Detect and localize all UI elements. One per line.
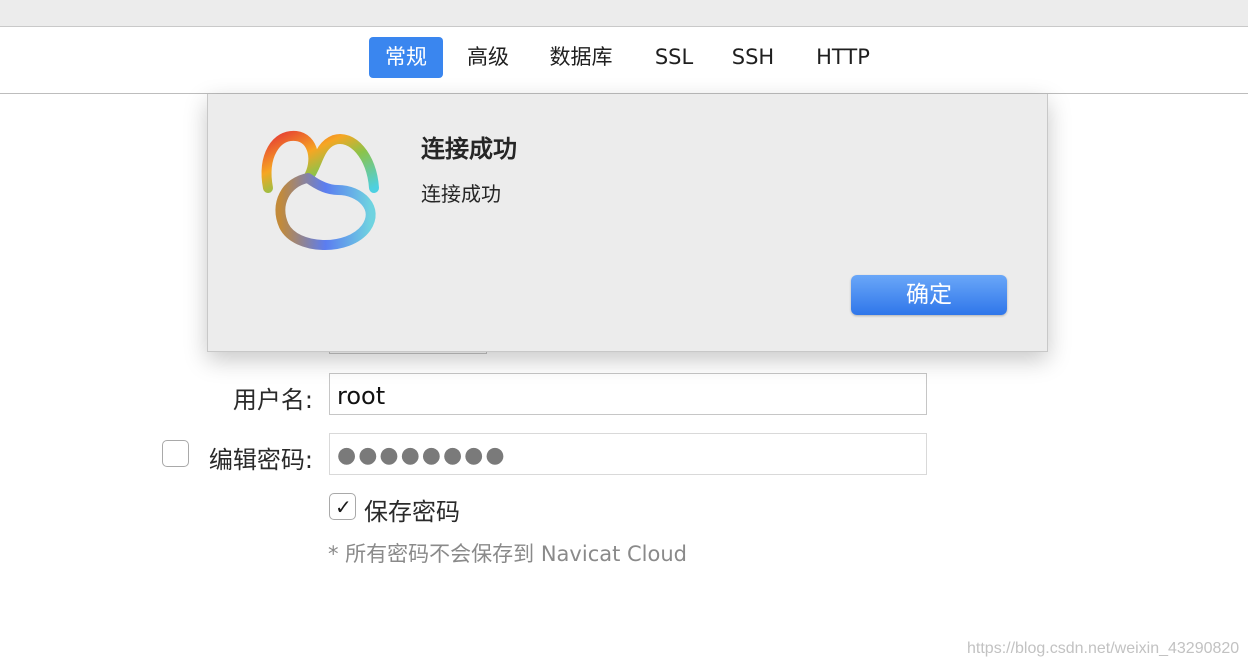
- tab-advanced[interactable]: 高级: [456, 37, 520, 78]
- tab-database[interactable]: 数据库: [537, 37, 625, 78]
- tab-ssl[interactable]: SSL: [642, 37, 706, 78]
- window-top-strip: [0, 0, 1248, 27]
- connection-success-alert: 连接成功 连接成功 确定: [207, 94, 1048, 352]
- ok-button[interactable]: 确定: [851, 275, 1007, 315]
- checkmark-icon: ✓: [335, 495, 352, 519]
- edit-password-checkbox[interactable]: [162, 440, 189, 467]
- password-field[interactable]: ●●●●●●●●: [329, 433, 927, 475]
- alert-message: 连接成功: [421, 182, 501, 206]
- watermark-text: https://blog.csdn.net/weixin_43290820: [967, 640, 1240, 657]
- tab-http[interactable]: HTTP: [804, 37, 882, 78]
- alert-title: 连接成功: [421, 135, 517, 163]
- tab-general[interactable]: 常规: [369, 37, 443, 78]
- tab-bar: 常规 高级 数据库 SSL SSH HTTP: [0, 27, 1248, 94]
- username-field[interactable]: root: [329, 373, 927, 415]
- username-label: 用户名:: [232, 386, 313, 414]
- password-note: * 所有密码不会保存到 Navicat Cloud: [328, 542, 687, 566]
- navicat-logo-icon: [261, 130, 379, 250]
- save-password-label: 保存密码: [364, 498, 460, 526]
- tab-ssh[interactable]: SSH: [720, 37, 786, 78]
- edit-password-label: 编辑密码:: [208, 446, 313, 474]
- save-password-checkbox[interactable]: ✓: [329, 493, 356, 520]
